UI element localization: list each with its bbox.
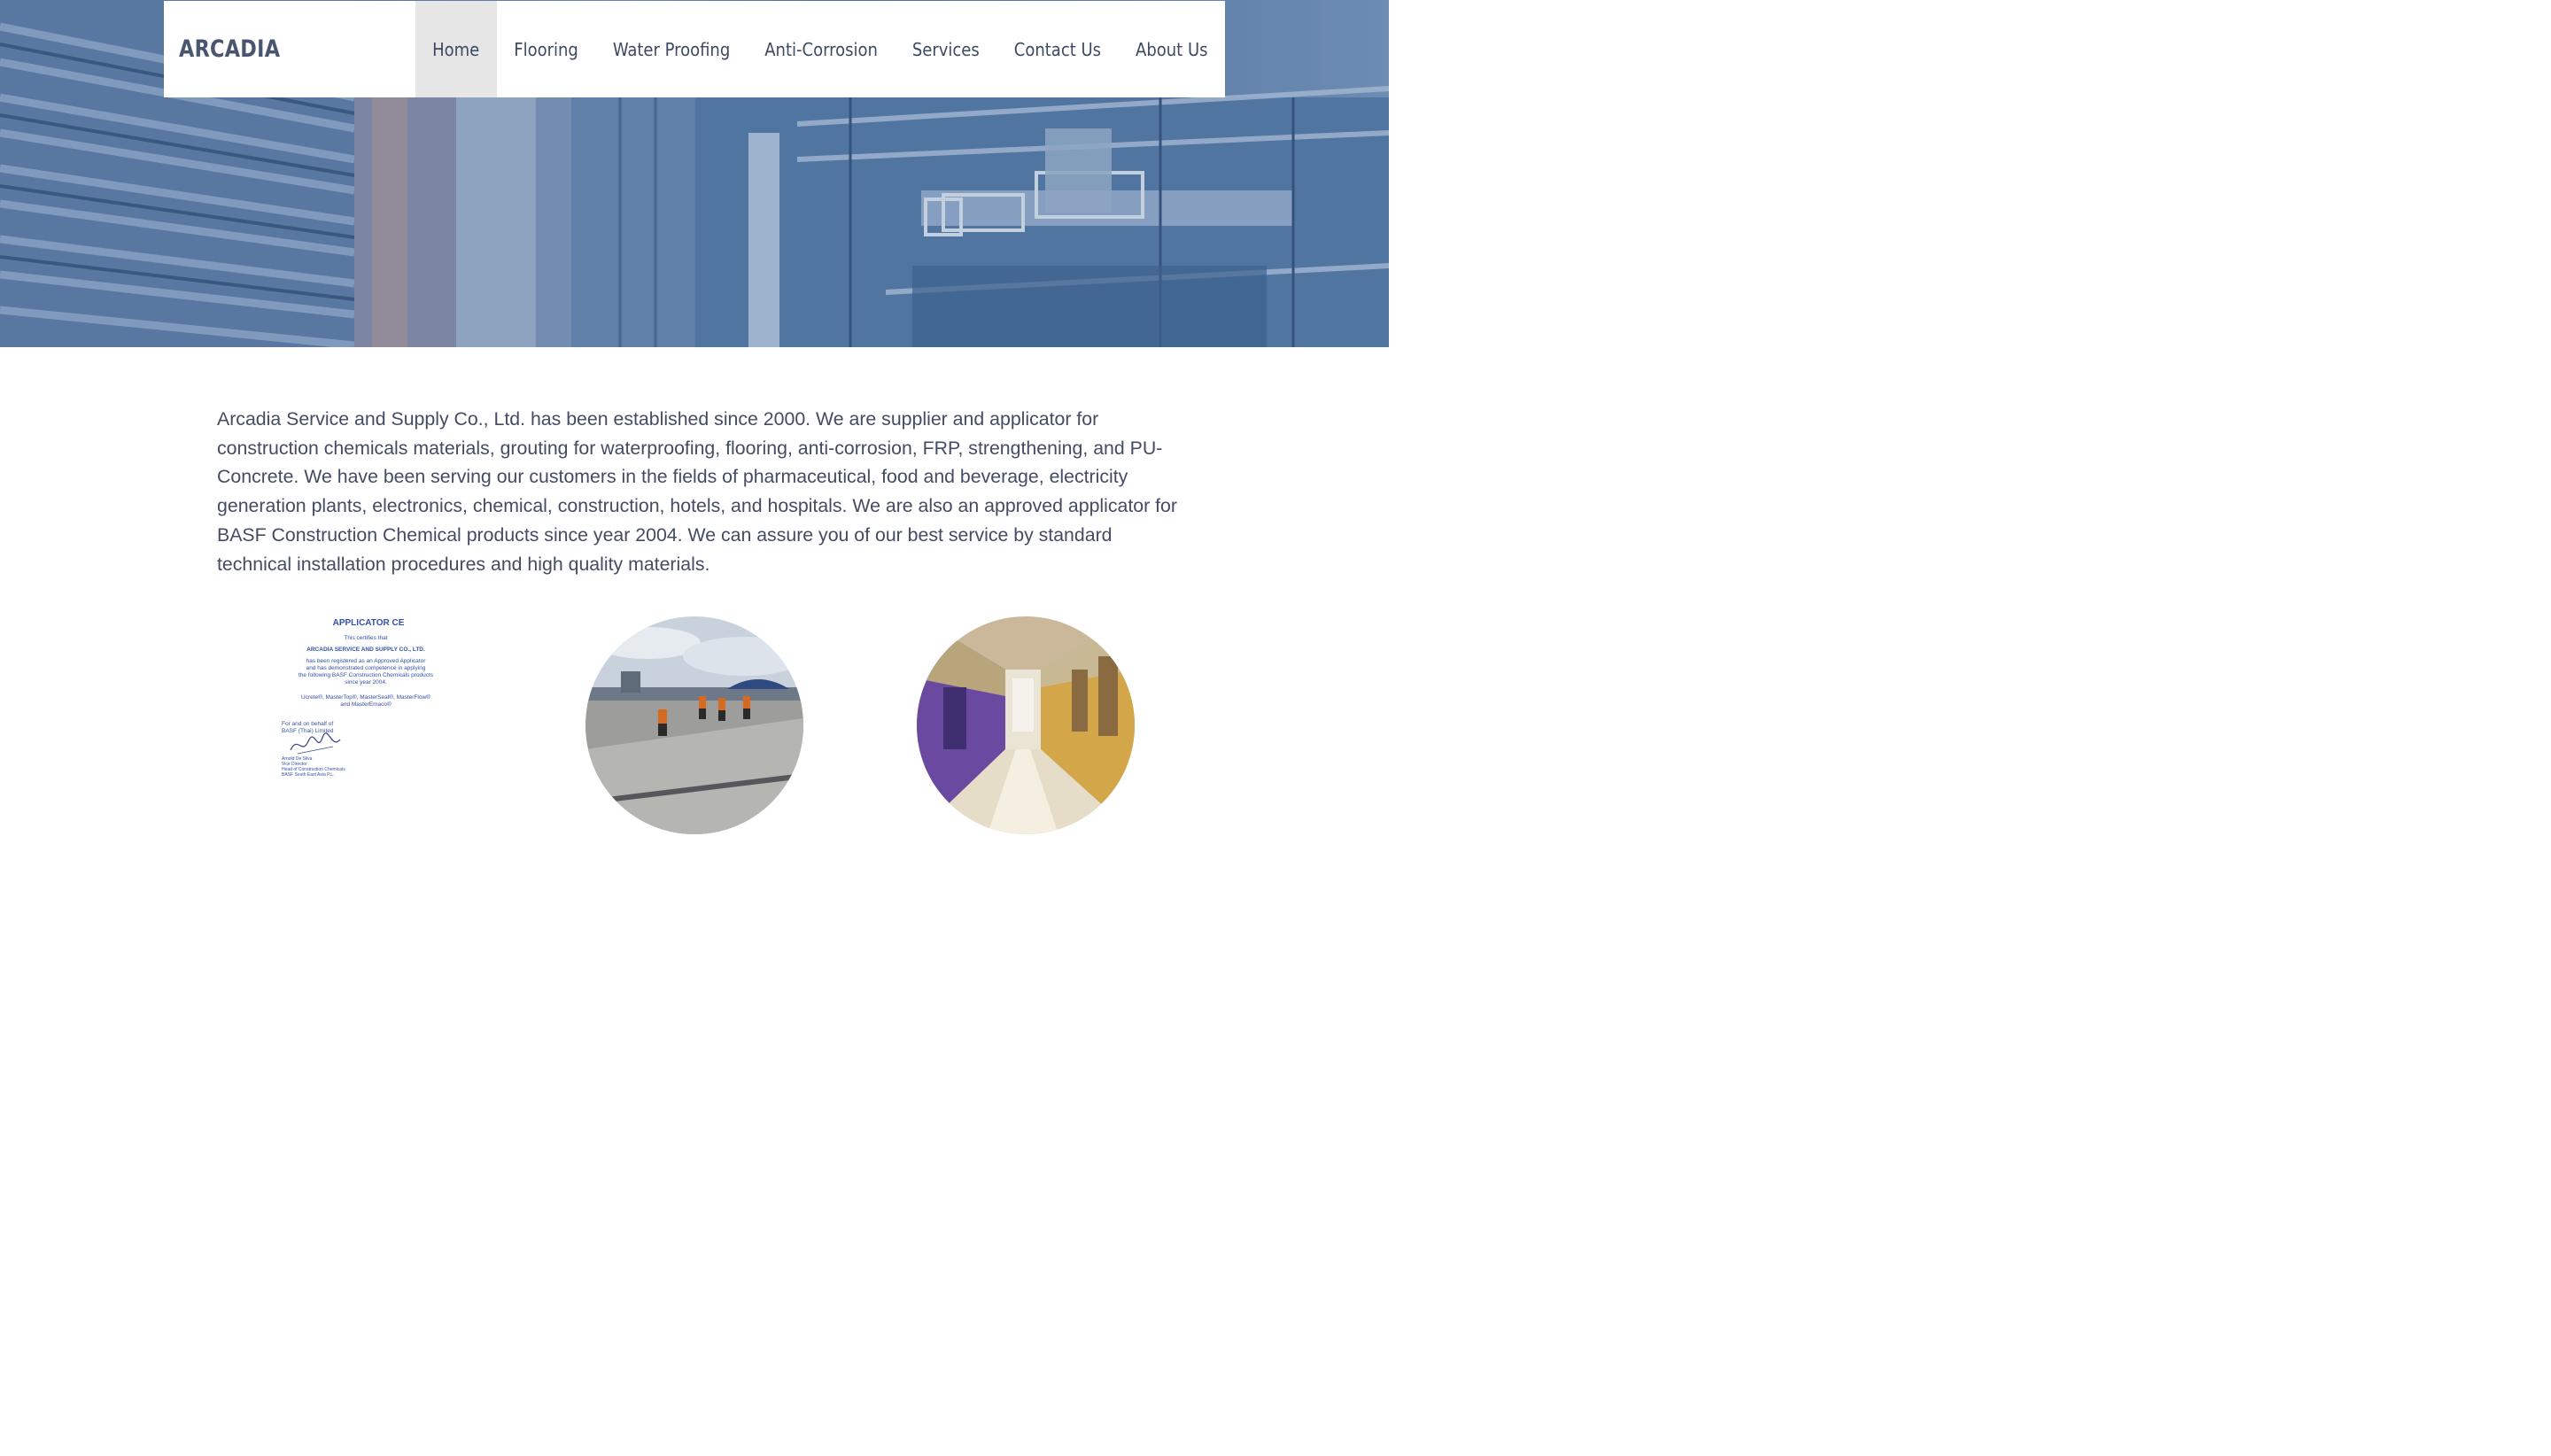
site-logo[interactable]: ARCADIA: [179, 1, 280, 97]
corridor-flooring-photo: [917, 616, 1135, 834]
certificate-line: Ucrete®, MasterTop®, MasterSeal®, Master…: [301, 694, 430, 701]
main-nav: Home Flooring Water Proofing Anti-Corros…: [415, 1, 1225, 97]
certificate-line: has been registered as an Approved Appli…: [306, 658, 426, 664]
certificate-line: the following BASF Construction Chemical…: [298, 672, 434, 678]
certificate-line: and has demonstrated competence in apply…: [306, 665, 426, 671]
nav-item-about-us[interactable]: About Us: [1119, 1, 1225, 97]
concrete-flooring-photo: [585, 616, 803, 834]
top-navbar: ARCADIA Home Flooring Water Proofing Ant…: [164, 1, 1225, 97]
signature-icon: [290, 732, 341, 755]
nav-item-anti-corrosion[interactable]: Anti-Corrosion: [748, 1, 896, 97]
nav-item-services[interactable]: Services: [895, 1, 996, 97]
nav-item-contact-us[interactable]: Contact Us: [996, 1, 1118, 97]
nav-item-water-proofing[interactable]: Water Proofing: [595, 1, 747, 97]
basf-applicator-certificate-image: APPLICATOR CE This certifies that ARCADI…: [262, 617, 469, 793]
nav-item-home[interactable]: Home: [415, 1, 497, 97]
certificate-line: and MasterEmaco®: [340, 701, 392, 708]
nav-item-flooring[interactable]: Flooring: [497, 1, 596, 97]
certificate-signoff: For and on behalf of: [282, 721, 334, 727]
company-intro-paragraph: Arcadia Service and Supply Co., Ltd. has…: [217, 408, 1177, 575]
certificate-heading: APPLICATOR CE: [332, 618, 405, 628]
certificate-line: This certifies that: [344, 635, 388, 641]
certificate-line: ARCADIA SERVICE AND SUPPLY CO., LTD.: [306, 647, 425, 653]
certificate-signatory: BASF South East Asia P.L.: [282, 772, 335, 778]
certificate-line: since year 2004.: [345, 679, 387, 685]
